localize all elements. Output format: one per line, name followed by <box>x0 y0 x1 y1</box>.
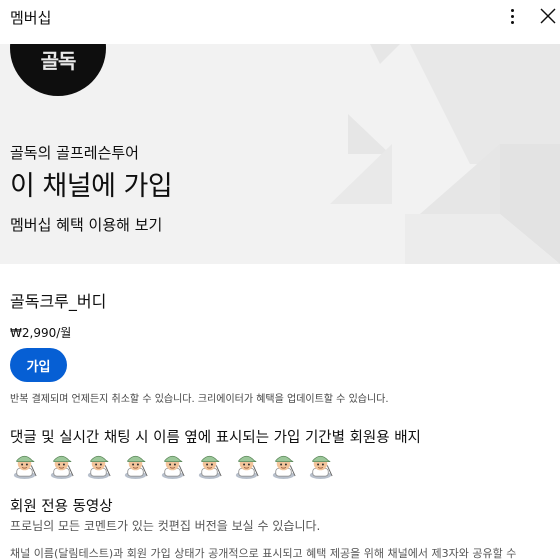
tier-price: ₩2,990/월 <box>10 326 72 340</box>
dialog-title: 멤버십 <box>10 9 52 27</box>
hero-subtitle: 멤버십 혜택 이용해 보기 <box>10 216 163 234</box>
golfer-badge-icon <box>84 450 113 479</box>
golfer-badge-icon <box>47 450 76 479</box>
golfer-badge-icon <box>269 450 298 479</box>
badge-row <box>10 450 335 479</box>
membership-hero: 골독 골독의 골프레슨투어 이 채널에 가입 멤버십 혜택 이용해 보기 <box>0 44 560 264</box>
join-button[interactable]: 가입 <box>10 348 67 382</box>
golfer-badge-icon <box>10 450 39 479</box>
close-icon[interactable] <box>538 6 558 26</box>
dialog-header: 멤버십 <box>0 0 560 44</box>
tier-name: 골독크루_버디 <box>10 292 107 311</box>
golfer-badge-icon <box>158 450 187 479</box>
perk-video-title: 회원 전용 동영상 <box>10 499 113 515</box>
channel-name: 골독의 골프레슨투어 <box>10 144 139 162</box>
perk-badges-title: 댓글 및 실시간 채팅 시 이름 옆에 표시되는 가입 기간별 회원용 배지 <box>10 430 421 446</box>
privacy-note: 채널 이름(달림테스트)과 회원 가입 상태가 공개적으로 표시되고 혜택 제공… <box>10 547 517 560</box>
hero-title: 이 채널에 가입 <box>10 171 173 202</box>
golfer-badge-icon <box>195 450 224 479</box>
more-vert-icon[interactable] <box>502 5 522 27</box>
billing-note: 반복 결제되며 언제든지 취소할 수 있습니다. 크리에이터가 혜택을 업데이트… <box>10 394 389 405</box>
golfer-badge-icon <box>306 450 335 479</box>
golfer-badge-icon <box>121 450 150 479</box>
perk-video-desc: 프로님의 모든 코멘트가 있는 컷편집 버전을 보실 수 있습니다. <box>10 519 321 533</box>
golfer-badge-icon <box>232 450 261 479</box>
